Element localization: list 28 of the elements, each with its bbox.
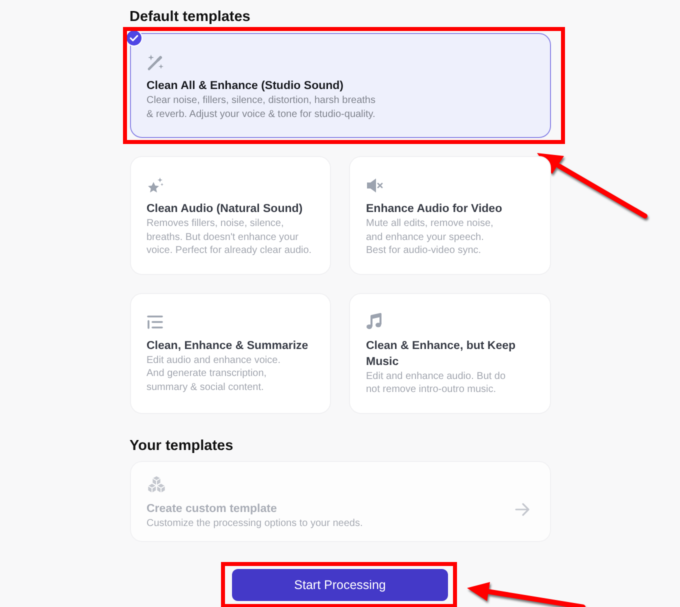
template-card[interactable]: Clean, Enhance & Summarize Edit audio and enhance voice. And generate transcription, summary & social content. (130, 292, 331, 414)
template-description: Edit and enhance audio. But do not remove intro-outro music. (366, 370, 506, 396)
template-title: Clean & Enhance, but Keep Music (366, 338, 517, 370)
template-description: Clear noise, fillers, silence, distortion, harsh breaths & reverb. Adjust your voice & tone for studio-quality. (146, 94, 376, 121)
cubes-icon (146, 476, 166, 492)
star-sparkle-icon (146, 176, 164, 194)
muted-speaker-icon (366, 178, 383, 192)
section-heading: Default templates (130, 8, 252, 26)
template-description: Mute all edits, remove noise, and enhance your speech. Best for audio-video sync. (366, 217, 494, 258)
template-card[interactable]: Enhance Audio for Video Mute all edits, remove noise, and enhance your speech. Best for audio-video sync. (349, 156, 550, 274)
template-description: Removes fillers, noise, silence, breaths. But doesn't enhance your voice. Perfect for already clear audio. (146, 217, 312, 258)
template-title: Create custom template (146, 502, 277, 516)
start-processing-button[interactable]: Start Processing (232, 569, 448, 601)
template-card[interactable]: Clean Audio (Natural Sound) Removes fillers, noise, silence, breaths. But doesn't enhance your voice. Perfect for already clear audio. (130, 156, 331, 274)
template-card[interactable]: Clean All & Enhance (Studio Sound) Clear noise, fillers, silence, distortion, harsh breaths & reverb. Adjust your voice & tone for studio-quality. (130, 33, 550, 138)
check-icon (124, 29, 142, 47)
template-title: Enhance Audio for Video (366, 202, 502, 217)
magic-wand-icon (146, 54, 164, 70)
arrow-right-icon (514, 503, 530, 516)
template-description: Customize the processing options to your needs. (146, 516, 363, 530)
section-heading: Your templates (130, 436, 234, 454)
template-title: Clean, Enhance & Summarize (146, 338, 308, 354)
template-title: Clean Audio (Natural Sound) (146, 202, 303, 217)
template-title: Clean All & Enhance (Studio Sound) (146, 79, 344, 94)
template-description: Edit audio and enhance voice. And generate transcription, summary & social content. (146, 354, 280, 394)
list-icon (146, 314, 162, 328)
template-card[interactable]: Clean & Enhance, but Keep Music Edit and enhance audio. But do not remove intro-outro music. (349, 292, 550, 414)
music-note-icon (366, 313, 382, 330)
